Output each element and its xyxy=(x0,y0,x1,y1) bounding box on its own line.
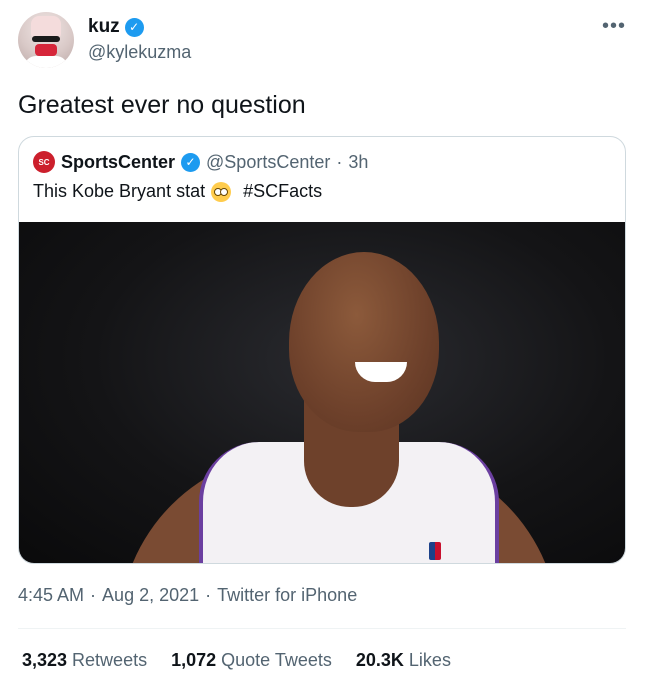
quote-tweets-count: 1,072 xyxy=(171,650,217,670)
hashtag-link[interactable]: #SCFacts xyxy=(243,181,322,202)
avatar-mask xyxy=(35,44,57,56)
quoted-header: SC SportsCenter ✓ @SportsCenter · 3h xyxy=(33,151,368,173)
author-name[interactable]: kuz xyxy=(88,16,120,38)
tweet-client[interactable]: Twitter for iPhone xyxy=(217,585,357,606)
quoted-text: This Kobe Bryant stat #SCFacts xyxy=(33,181,322,202)
tweet-stats: 3,323 Retweets 1,072 Quote Tweets 20.3K … xyxy=(22,650,451,671)
separator-dot: · xyxy=(336,151,343,172)
nba-logo-icon xyxy=(429,542,441,560)
separator-dot: · xyxy=(205,585,212,605)
quoted-timestamp[interactable]: 3h xyxy=(348,152,368,173)
tweet-time[interactable]: 4:45 AM xyxy=(18,585,84,606)
user-avatar[interactable] xyxy=(18,12,74,68)
verified-badge-icon: ✓ xyxy=(181,152,201,172)
more-options-button[interactable]: ••• xyxy=(602,16,626,36)
quoted-media-photo[interactable] xyxy=(19,222,625,563)
retweets-count: 3,323 xyxy=(22,650,68,670)
retweets-stat[interactable]: 3,323 Retweets xyxy=(22,650,147,671)
likes-stat[interactable]: 20.3K Likes xyxy=(356,650,451,671)
sportscenter-logo-icon: SC xyxy=(33,151,55,173)
likes-label: Likes xyxy=(408,650,451,670)
author-handle[interactable]: @kylekuzma xyxy=(88,42,191,63)
quote-tweets-label: Quote Tweets xyxy=(221,650,332,670)
tweet-date[interactable]: Aug 2, 2021 xyxy=(102,585,199,606)
author-name-row[interactable]: kuz ✓ xyxy=(88,16,144,38)
retweets-label: Retweets xyxy=(72,650,148,670)
photo-head xyxy=(289,252,439,432)
divider xyxy=(18,628,626,629)
quote-tweets-stat[interactable]: 1,072 Quote Tweets xyxy=(171,650,332,671)
avatar-hat xyxy=(31,16,61,38)
flushed-face-emoji-icon xyxy=(211,181,232,202)
quoted-author-name[interactable]: SportsCenter xyxy=(61,152,175,173)
verified-badge-icon: ✓ xyxy=(124,17,144,37)
quoted-tweet-card[interactable]: SC SportsCenter ✓ @SportsCenter · 3h Thi… xyxy=(18,136,626,564)
likes-count: 20.3K xyxy=(355,650,404,670)
avatar-glasses xyxy=(32,36,60,42)
quoted-author-handle[interactable]: @SportsCenter xyxy=(206,152,330,173)
tweet-text: Greatest ever no question xyxy=(18,91,306,119)
tweet-meta: 4:45 AM · Aug 2, 2021 · Twitter for iPho… xyxy=(18,585,357,606)
separator-dot: · xyxy=(90,585,97,605)
tweet: kuz ✓ @kylekuzma ••• Greatest ever no qu… xyxy=(0,0,660,677)
avatar-body xyxy=(24,56,68,68)
quoted-text-body: This Kobe Bryant stat xyxy=(33,181,206,201)
